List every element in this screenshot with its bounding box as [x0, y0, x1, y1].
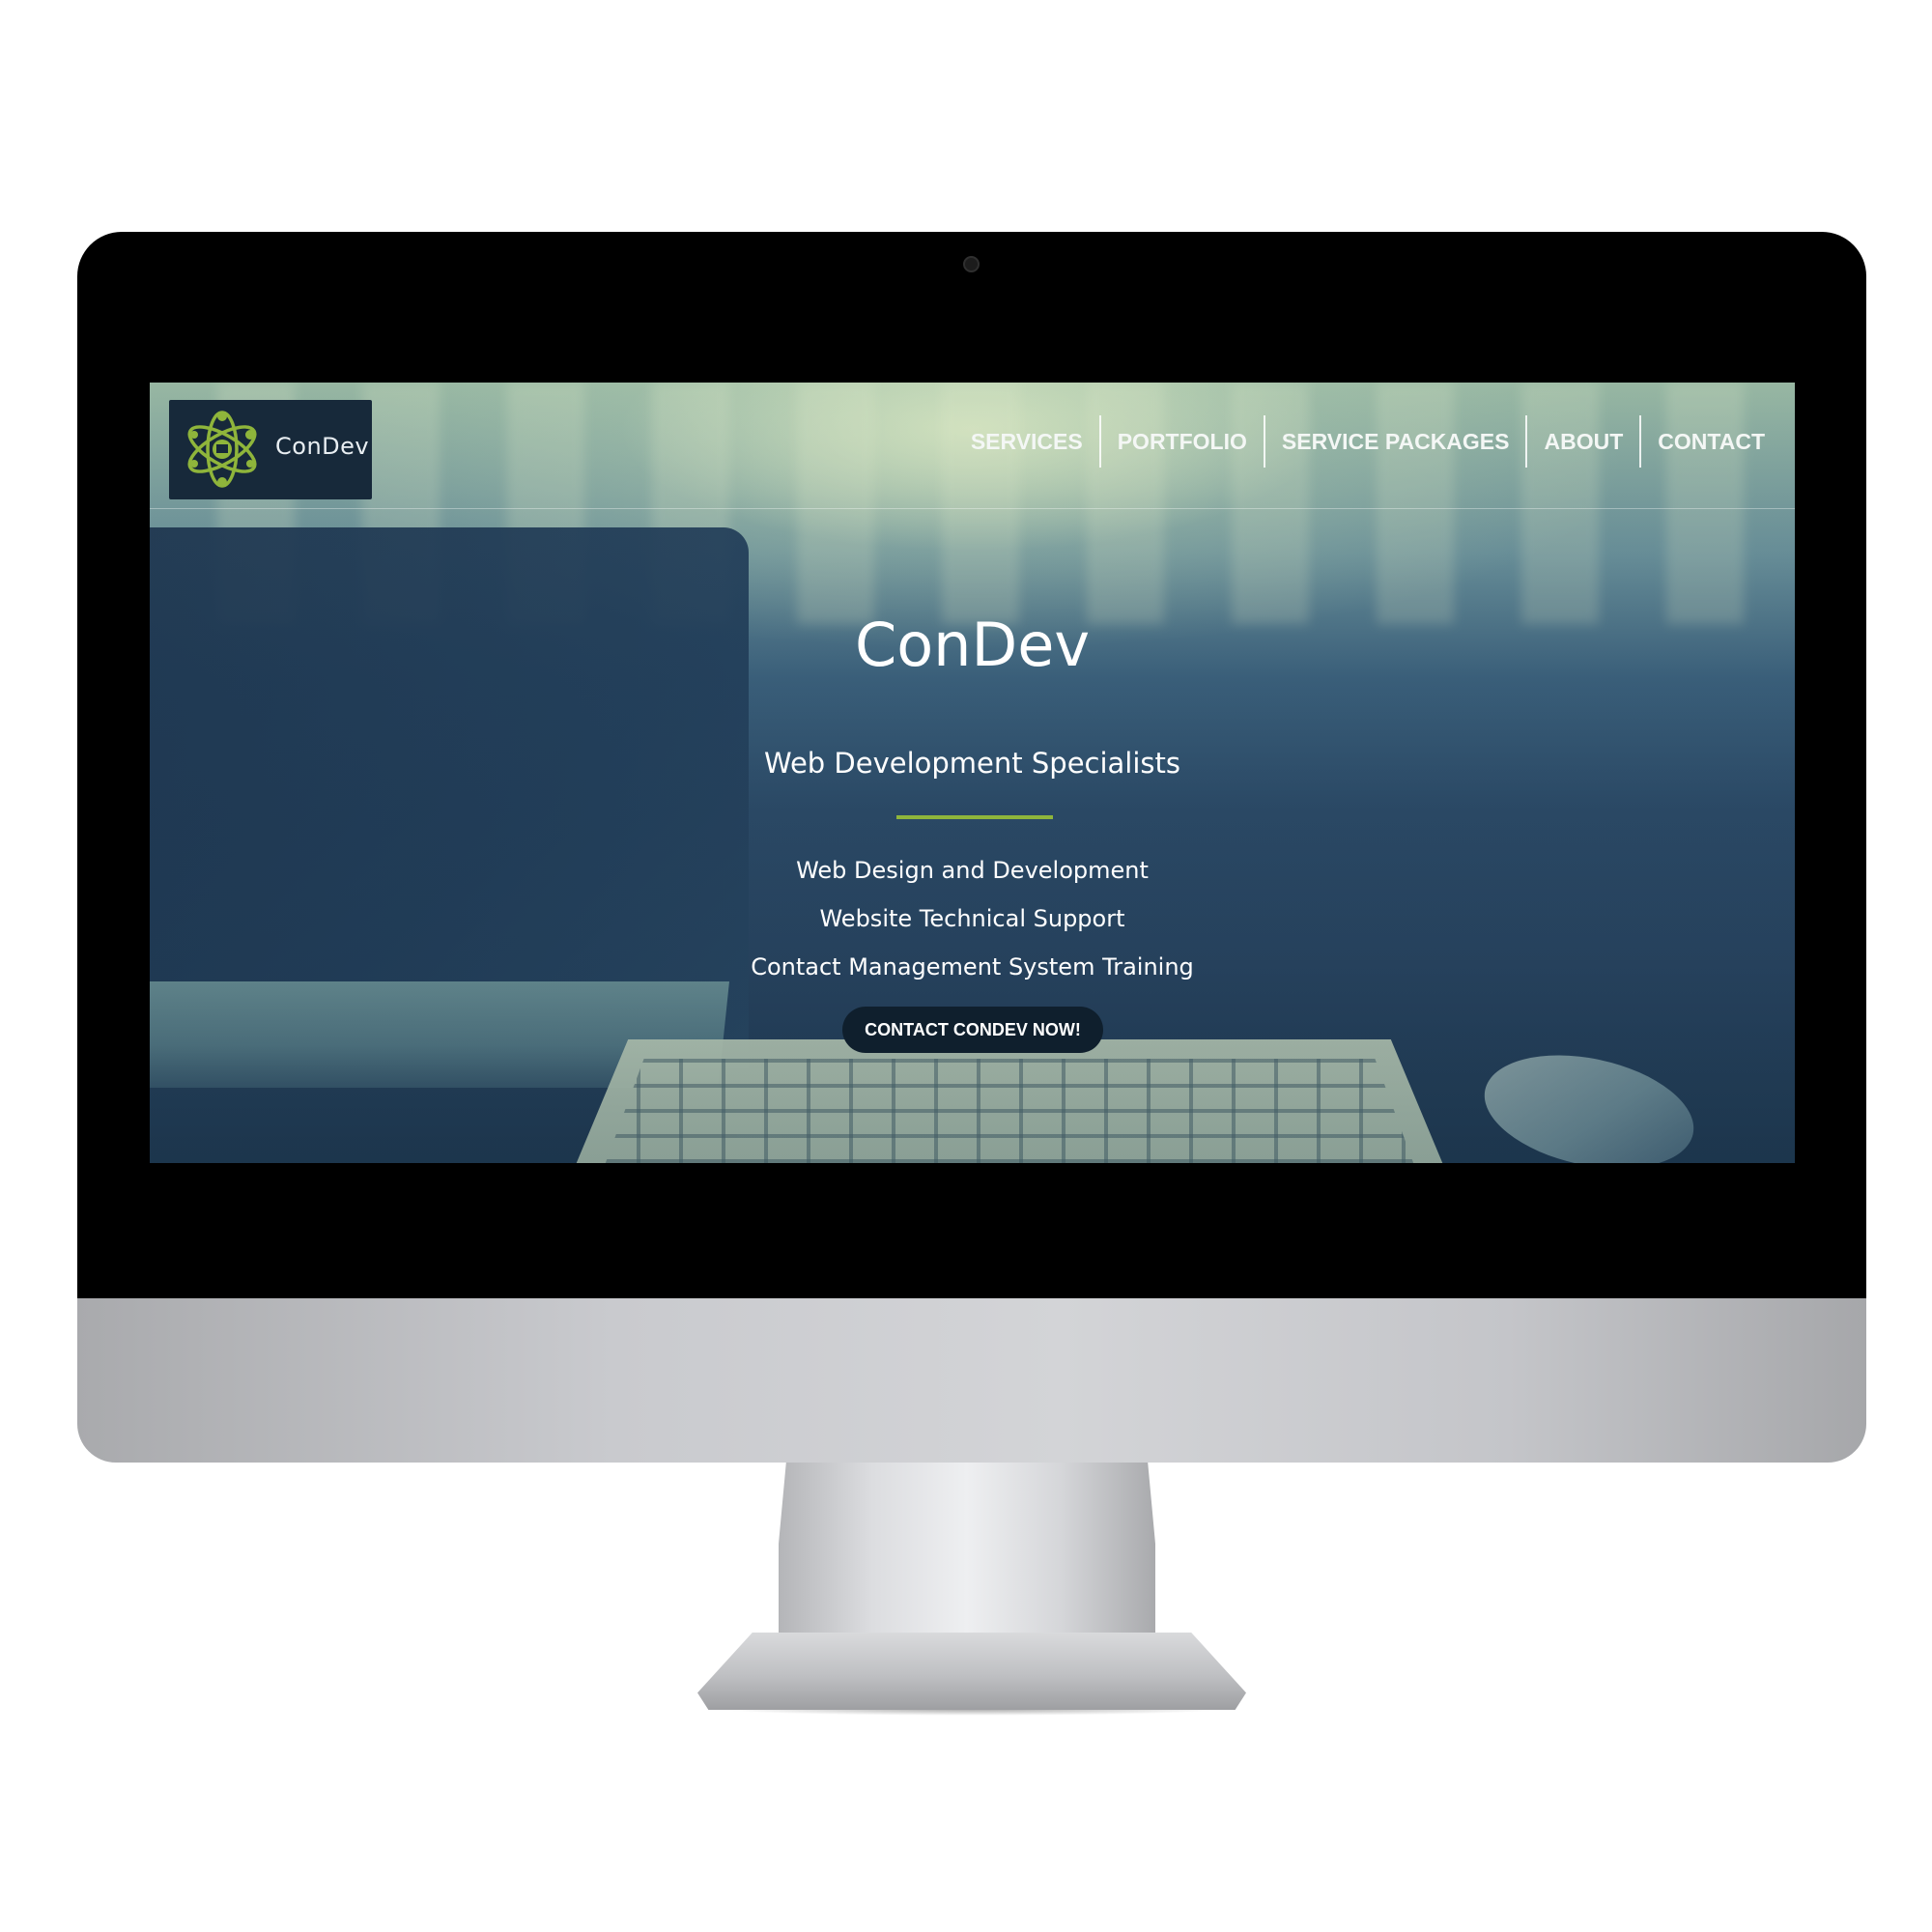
list-item: Web Design and Development [796, 857, 1149, 884]
nav-item-portfolio[interactable]: PORTFOLIO [1101, 415, 1264, 468]
hero-title: ConDev [854, 610, 1091, 680]
contact-condev-button[interactable]: CONTACT CONDEV NOW! [842, 1007, 1103, 1053]
nav-item-contact[interactable]: CONTACT [1641, 415, 1781, 468]
site-logo[interactable]: ConDev [169, 400, 372, 499]
hero-subtitle: Web Development Specialists [763, 747, 1181, 780]
nav-item-about[interactable]: ABOUT [1527, 415, 1639, 468]
webcam-icon [963, 256, 980, 272]
hero-divider [896, 815, 1053, 819]
nav-item-service-packages[interactable]: SERVICE PACKAGES [1265, 415, 1526, 468]
site-header: ConDev SERVICES PORTFOLIO SERVICE PACKAG… [150, 383, 1795, 509]
main-nav: SERVICES PORTFOLIO SERVICE PACKAGES ABOU… [954, 415, 1781, 468]
list-item: Contact Management System Training [751, 953, 1194, 980]
atom-logo-icon [187, 411, 257, 488]
imac-mockup: ConDev SERVICES PORTFOLIO SERVICE PACKAG… [0, 0, 1932, 1932]
website-screen: ConDev SERVICES PORTFOLIO SERVICE PACKAG… [150, 383, 1795, 1163]
nav-item-services[interactable]: SERVICES [954, 415, 1099, 468]
monitor-chin [77, 1298, 1866, 1463]
list-item: Website Technical Support [819, 905, 1125, 932]
services-list: Web Design and Development Website Techn… [150, 846, 1795, 991]
logo-text: ConDev [275, 433, 370, 460]
monitor-stand-base [697, 1633, 1246, 1710]
